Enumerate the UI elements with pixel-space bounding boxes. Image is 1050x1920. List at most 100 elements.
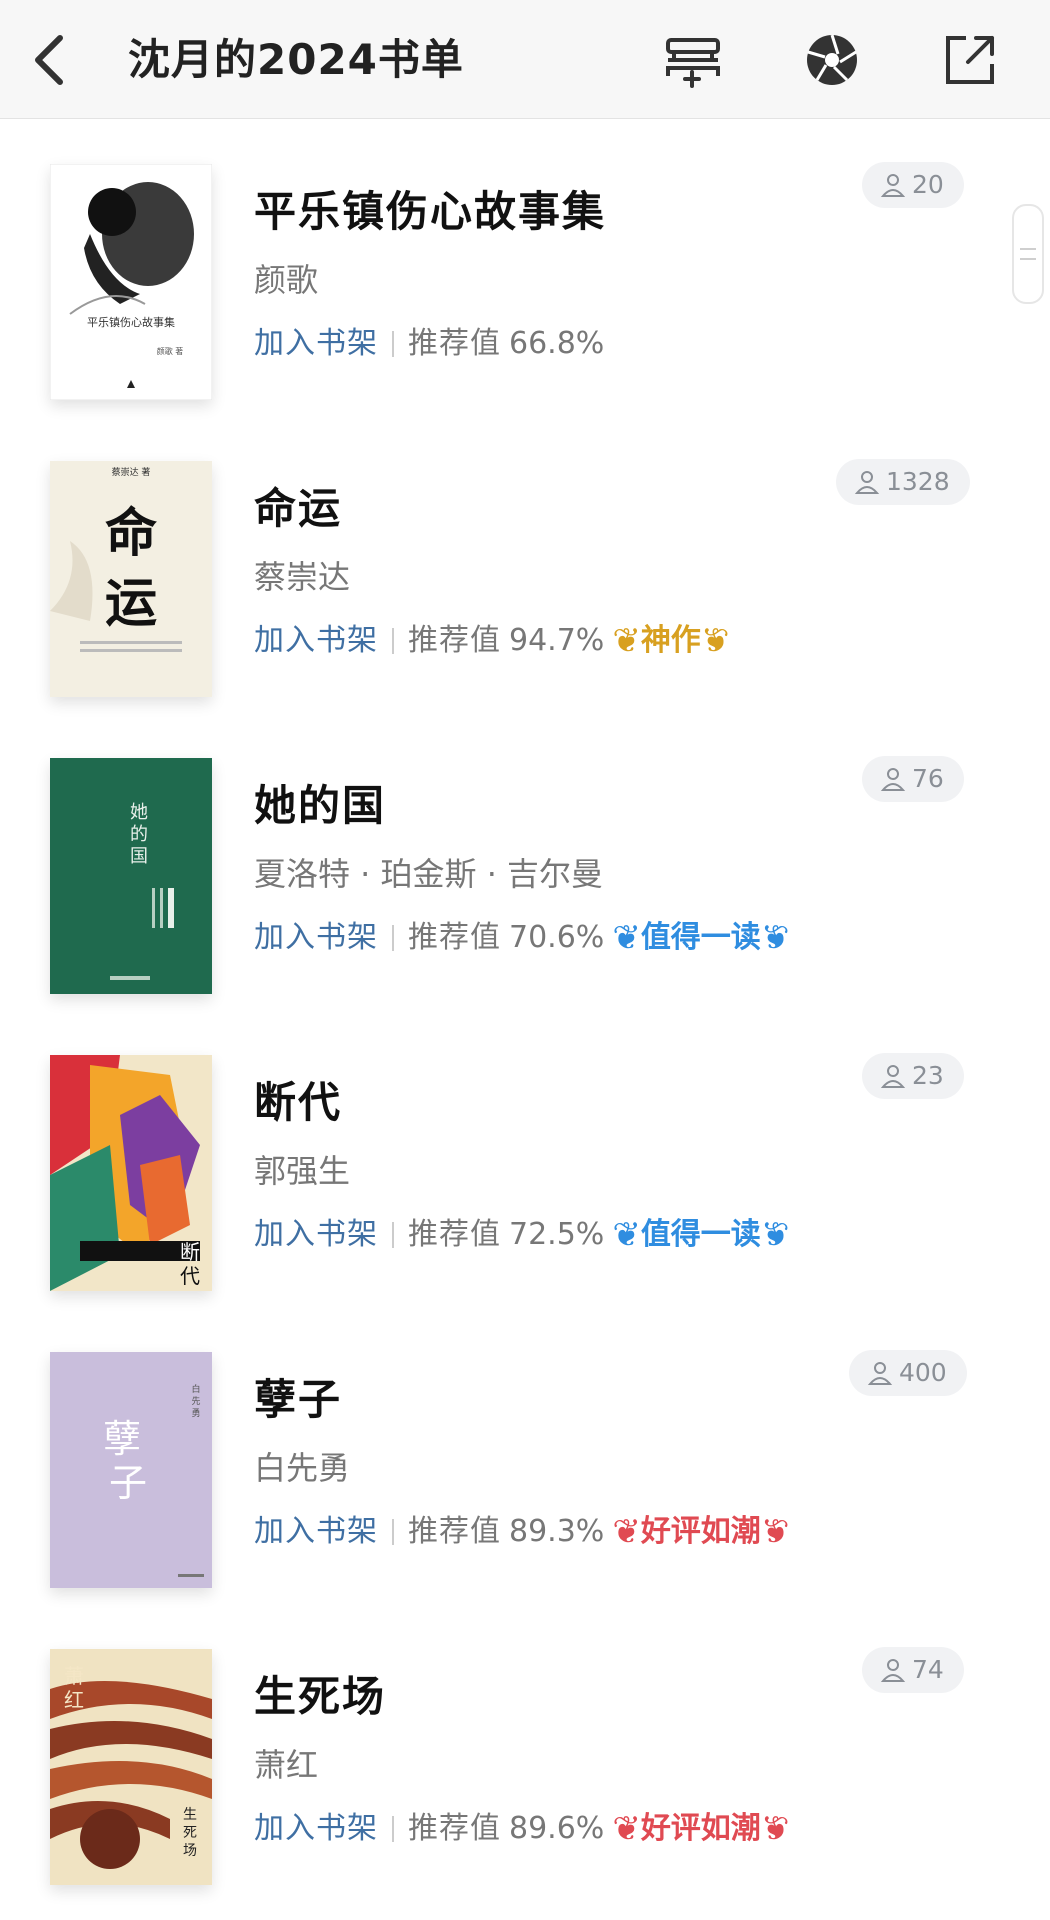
- book-meta: 加入书架 推荐值 72.5% ❦ 值得一读 ❦: [254, 1213, 789, 1257]
- person-icon: [880, 1659, 906, 1682]
- shutter-icon[interactable]: [800, 28, 864, 92]
- book-meta: 加入书架 推荐值 66.8%: [254, 322, 604, 366]
- book-title[interactable]: 生死场: [254, 1669, 386, 1725]
- list-item[interactable]: 蔡崇达 著 命 运 命运 蔡崇达 加入书架 推荐值 94.7% ❦ 神作 ❦ 1…: [0, 415, 1050, 712]
- svg-text:颜歌 著: 颜歌 著: [157, 346, 184, 356]
- badge-label: 神作: [640, 623, 701, 658]
- person-icon: [867, 1362, 893, 1385]
- svg-text:运: 运: [105, 573, 157, 634]
- rec-label: 推荐值: [408, 1217, 501, 1252]
- svg-text:断: 断: [180, 1240, 200, 1264]
- bookshelf-add-icon[interactable]: [662, 28, 726, 92]
- readers-count: 20: [912, 170, 944, 199]
- book-cover[interactable]: 蔡崇达 著 命 运: [50, 461, 212, 697]
- svg-text:勇: 勇: [191, 1408, 200, 1419]
- rating-badge: ❦ 神作 ❦: [612, 619, 729, 663]
- readers-count-button[interactable]: 74: [862, 1647, 964, 1693]
- rec-value: 66.8%: [509, 326, 605, 361]
- list-item[interactable]: 平乐镇伤心故事集 颜歌 著 平乐镇伤心故事集 颜歌 加入书架 推荐值 66.8%…: [0, 118, 1050, 415]
- badge-label: 好评如潮: [640, 1514, 761, 1549]
- book-title[interactable]: 断代: [254, 1075, 342, 1131]
- book-cover[interactable]: 平乐镇伤心故事集 颜歌 著: [50, 164, 212, 400]
- readers-count-button[interactable]: 400: [849, 1350, 967, 1396]
- book-cover[interactable]: 孽 子 白 先 勇: [50, 1352, 212, 1588]
- svg-text:先: 先: [191, 1395, 200, 1407]
- readers-count-button[interactable]: 20: [862, 162, 964, 208]
- rec-label: 推荐值: [408, 623, 501, 658]
- rec-value: 94.7%: [509, 623, 605, 658]
- svg-text:萧: 萧: [64, 1664, 84, 1688]
- rating-badge: ❦ 值得一读 ❦: [612, 916, 789, 960]
- rec-value: 89.3%: [509, 1514, 605, 1549]
- book-title[interactable]: 命运: [254, 481, 342, 537]
- book-title[interactable]: 平乐镇伤心故事集: [254, 184, 606, 240]
- back-icon[interactable]: [22, 28, 82, 92]
- book-title[interactable]: 孽子: [254, 1372, 342, 1428]
- divider: [392, 1222, 394, 1248]
- rec-label: 推荐值: [408, 326, 501, 361]
- rec-label: 推荐值: [408, 1514, 501, 1549]
- book-author: 夏洛特 · 珀金斯 · 吉尔曼: [254, 855, 604, 893]
- readers-count-button[interactable]: 1328: [836, 459, 970, 505]
- readers-count-button[interactable]: 76: [862, 756, 964, 802]
- add-to-shelf-button[interactable]: 加入书架: [254, 916, 378, 960]
- rating-badge: ❦ 好评如潮 ❦: [612, 1807, 789, 1851]
- book-author: 萧红: [254, 1746, 319, 1784]
- add-to-shelf-button[interactable]: 加入书架: [254, 1510, 378, 1554]
- list-item[interactable]: 断 代 断代 郭强生 加入书架 推荐值 72.5% ❦ 值得一读 ❦ 23: [0, 1009, 1050, 1306]
- divider: [392, 628, 394, 654]
- laurel-right-icon: ❦: [760, 1215, 790, 1255]
- readers-count: 1328: [886, 467, 950, 496]
- svg-text:死: 死: [183, 1825, 197, 1841]
- person-icon: [880, 768, 906, 791]
- book-author: 蔡崇达: [254, 558, 351, 596]
- readers-count: 23: [912, 1061, 944, 1090]
- person-icon: [880, 174, 906, 197]
- divider: [392, 1519, 394, 1545]
- rec-label: 推荐值: [408, 920, 501, 955]
- rec-label: 推荐值: [408, 1811, 501, 1846]
- svg-text:子: 子: [109, 1461, 147, 1505]
- svg-text:的: 的: [130, 824, 148, 845]
- badge-label: 好评如潮: [640, 1811, 761, 1846]
- rating-badge: ❦ 好评如潮 ❦: [612, 1510, 789, 1554]
- book-author: 颜歌: [254, 261, 319, 299]
- svg-text:代: 代: [180, 1264, 200, 1288]
- add-to-shelf-button[interactable]: 加入书架: [254, 619, 378, 663]
- add-to-shelf-button[interactable]: 加入书架: [254, 1807, 378, 1851]
- book-cover[interactable]: 萧 红 生 死 场: [50, 1649, 212, 1885]
- laurel-left-icon: ❦: [612, 1809, 641, 1849]
- svg-text:白: 白: [191, 1383, 200, 1395]
- divider: [392, 1816, 394, 1842]
- divider: [392, 925, 394, 951]
- book-cover[interactable]: 断 代: [50, 1055, 212, 1291]
- book-cover[interactable]: 她 的 国: [50, 758, 212, 994]
- book-author: 白先勇: [254, 1449, 351, 1487]
- laurel-left-icon: ❦: [612, 918, 641, 958]
- book-list: 平乐镇伤心故事集 颜歌 著 平乐镇伤心故事集 颜歌 加入书架 推荐值 66.8%…: [0, 118, 1050, 1900]
- badge-label: 值得一读: [640, 1217, 761, 1252]
- book-meta: 加入书架 推荐值 94.7% ❦ 神作 ❦: [254, 619, 729, 663]
- page-title: 沈月的2024书单: [128, 35, 464, 84]
- rec-value: 70.6%: [509, 920, 605, 955]
- list-item[interactable]: 萧 红 生 死 场 生死场 萧红 加入书架 推荐值 89.6% ❦ 好评如潮 ❦…: [0, 1603, 1050, 1900]
- svg-text:孽: 孽: [103, 1417, 141, 1461]
- book-meta: 加入书架 推荐值 89.6% ❦ 好评如潮 ❦: [254, 1807, 789, 1851]
- readers-count-button[interactable]: 23: [862, 1053, 964, 1099]
- rec-value: 72.5%: [509, 1217, 605, 1252]
- laurel-left-icon: ❦: [612, 621, 641, 661]
- book-title[interactable]: 她的国: [254, 778, 386, 834]
- list-item[interactable]: 她 的 国 她的国 夏洛特 · 珀金斯 · 吉尔曼 加入书架 推荐值 70.6%…: [0, 712, 1050, 1009]
- laurel-right-icon: ❦: [760, 1809, 790, 1849]
- svg-text:蔡崇达 著: 蔡崇达 著: [112, 466, 151, 478]
- top-bar: 沈月的2024书单: [0, 0, 1050, 119]
- share-icon[interactable]: [938, 28, 1002, 92]
- svg-text:红: 红: [64, 1688, 84, 1712]
- person-icon: [854, 471, 880, 494]
- divider: [392, 331, 394, 357]
- svg-text:平乐镇伤心故事集: 平乐镇伤心故事集: [87, 315, 175, 329]
- svg-text:场: 场: [183, 1843, 197, 1859]
- add-to-shelf-button[interactable]: 加入书架: [254, 1213, 378, 1257]
- list-item[interactable]: 孽 子 白 先 勇 孽子 白先勇 加入书架 推荐值 89.3% ❦ 好评如潮 ❦…: [0, 1306, 1050, 1603]
- add-to-shelf-button[interactable]: 加入书架: [254, 322, 378, 366]
